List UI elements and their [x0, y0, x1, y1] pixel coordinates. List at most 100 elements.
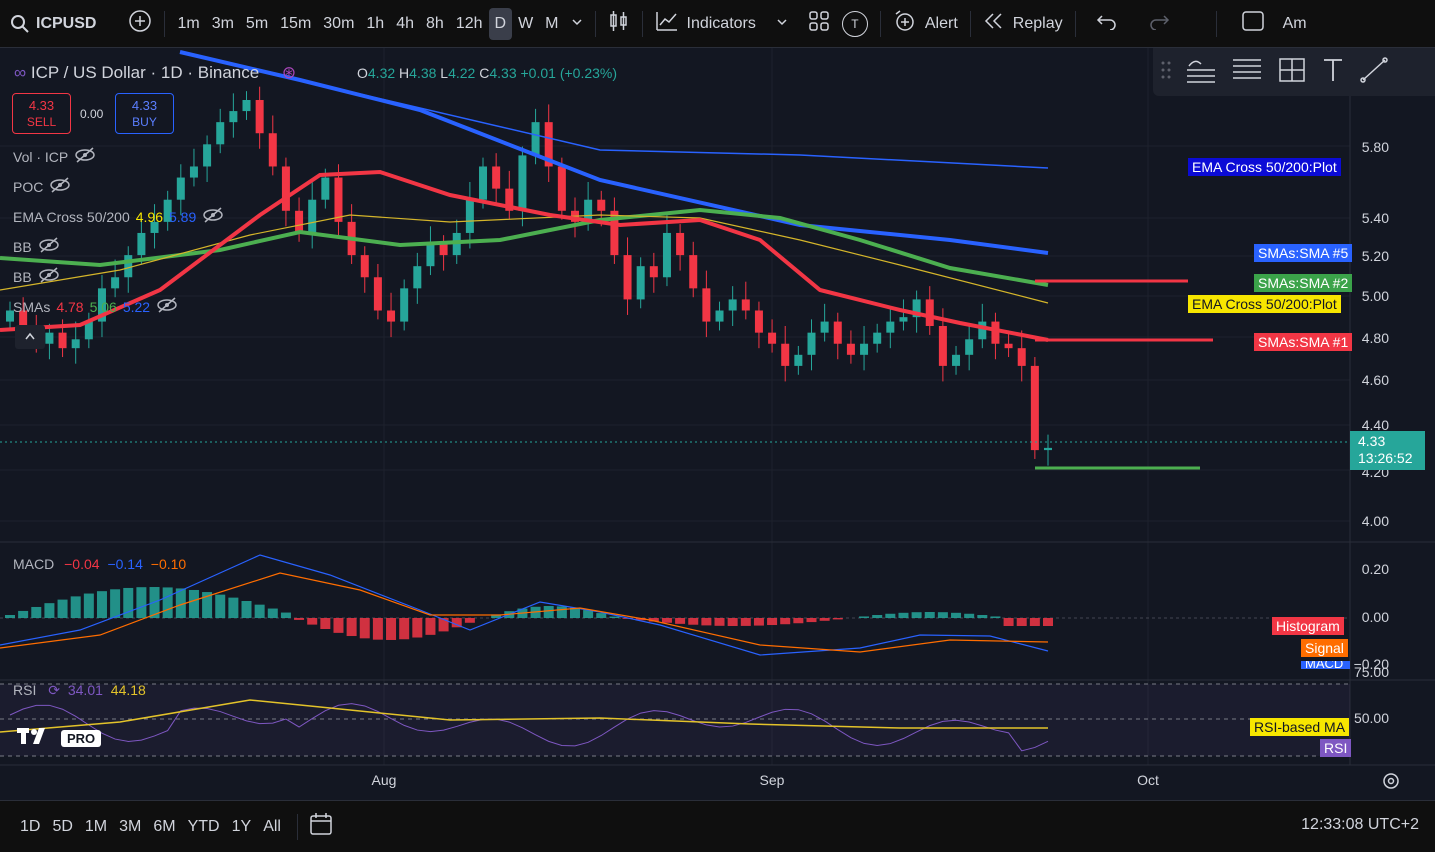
range-1M[interactable]: 1M	[79, 818, 113, 836]
candle-body	[846, 343, 855, 355]
indicator-name: EMA Cross 50/200	[13, 208, 130, 225]
interval-1h[interactable]: 1h	[360, 8, 390, 40]
range-All[interactable]: All	[257, 818, 287, 836]
macd-histogram-bar	[1043, 618, 1053, 626]
replay-button[interactable]: Replay	[977, 8, 1069, 40]
chart-legend-title[interactable]: ∞ ICP / US Dollar · 1D · Binance ⊛	[14, 63, 296, 83]
candle-body	[781, 343, 790, 366]
text-tool-icon[interactable]	[1321, 56, 1345, 89]
price-tick-label: 4.00	[1361, 513, 1389, 529]
indicator-legend-row[interactable]: POC	[13, 177, 71, 196]
interval-4h[interactable]: 4h	[390, 8, 420, 40]
candle-body	[741, 299, 750, 311]
range-3M[interactable]: 3M	[113, 818, 147, 836]
eye-hidden-icon[interactable]	[38, 267, 60, 286]
alert-button[interactable]: Alert	[887, 8, 964, 40]
rsi-tick-label: 50.00	[1353, 710, 1389, 726]
indicator-legend-row[interactable]: BB	[13, 237, 60, 256]
ema-plot-tag-1: EMA Cross 50/200:Plot	[1188, 158, 1341, 176]
divider	[594, 10, 596, 37]
indicator-value: 4.96	[135, 208, 163, 225]
fullscreen-button[interactable]	[1235, 8, 1271, 40]
templates-button[interactable]: T	[836, 8, 874, 40]
indicator-legend-row[interactable]: EMA Cross 50/200 4.96 5.89	[13, 207, 224, 226]
pattern-tool-icon[interactable]	[1277, 56, 1307, 89]
fib-tool-icon[interactable]	[1231, 56, 1263, 89]
top-toolbar: ICPUSD 1m 3m 5m 15m 30m 1h 4h 8h 12h D W M Indicato…	[0, 0, 1435, 48]
indicators-button[interactable]: Indicators	[649, 8, 794, 40]
interval-15m[interactable]: 15m	[274, 8, 317, 40]
candle-body	[45, 332, 54, 344]
share-icon[interactable]: ⊛	[282, 63, 296, 82]
macd-histogram-bar	[964, 613, 975, 618]
candle-body	[860, 343, 869, 355]
range-5D[interactable]: 5D	[46, 818, 78, 836]
undo-button[interactable]	[1090, 8, 1124, 40]
eye-hidden-icon[interactable]	[156, 297, 178, 316]
interval-W[interactable]: W	[512, 8, 539, 40]
chart-type-button[interactable]	[602, 8, 636, 40]
indicator-legend-row[interactable]: BB	[13, 267, 60, 286]
macd-histogram-bar	[675, 618, 686, 624]
layouts-button[interactable]	[802, 8, 836, 40]
eye-hidden-icon[interactable]	[49, 177, 71, 196]
macd-histogram-bar	[990, 616, 1001, 618]
tradingview-logo[interactable]: PRO	[17, 726, 102, 751]
price-tick-label: 4.60	[1361, 372, 1389, 388]
collapse-legend-button[interactable]	[15, 325, 45, 349]
interval-5m[interactable]: 5m	[240, 8, 274, 40]
candle-body	[295, 210, 304, 233]
sell-button[interactable]: 4.33 SELL	[12, 93, 71, 134]
interval-3m[interactable]: 3m	[206, 8, 240, 40]
eye-hidden-icon[interactable]	[74, 147, 96, 166]
range-6M[interactable]: 6M	[147, 818, 181, 836]
undo-icon	[1096, 12, 1118, 35]
interval-1m[interactable]: 1m	[171, 8, 205, 40]
candle-body	[334, 177, 343, 222]
interval-8h[interactable]: 8h	[420, 8, 450, 40]
buy-button[interactable]: 4.33 BUY	[115, 93, 174, 134]
candle-body	[1030, 365, 1039, 451]
interval-dropdown[interactable]	[565, 8, 589, 40]
redo-button[interactable]	[1142, 8, 1176, 40]
interval-M[interactable]: M	[539, 8, 564, 40]
symbol-search[interactable]: ICPUSD	[0, 8, 102, 40]
interval-30m[interactable]: 30m	[317, 8, 360, 40]
indicator-legend-row[interactable]: SMAs 4.78 5.06 5.22	[13, 297, 178, 316]
close-key: C	[479, 65, 490, 81]
eye-hidden-icon[interactable]	[202, 207, 224, 226]
rewind-icon	[983, 12, 1005, 35]
range-1Y[interactable]: 1Y	[226, 818, 258, 836]
interval-12h[interactable]: 12h	[450, 8, 489, 40]
range-1D[interactable]: 1D	[14, 818, 46, 836]
rsi-value: 34.01	[67, 682, 103, 698]
candle-body	[1044, 447, 1052, 451]
range-YTD[interactable]: YTD	[182, 818, 226, 836]
candle-body	[978, 321, 987, 340]
divider	[164, 10, 166, 37]
candle-body	[702, 288, 711, 322]
macd-legend[interactable]: MACD −0.04 −0.14 −0.10	[13, 556, 186, 572]
indicator-legend-row[interactable]: Vol · ICP	[13, 147, 96, 166]
clock-timezone[interactable]: 12:33:08 UTC+2	[1301, 816, 1419, 834]
macd-histogram-bar	[937, 612, 948, 618]
sma1-tag: SMAs:SMA #1	[1254, 333, 1353, 351]
macd-histogram-bar	[885, 613, 896, 618]
goto-date-calendar-icon[interactable]	[308, 811, 334, 842]
rsi-legend[interactable]: RSI ⟳ 34.01 44.18	[13, 682, 146, 699]
eye-hidden-icon[interactable]	[38, 237, 60, 256]
compare-button[interactable]	[122, 8, 158, 40]
brush-tool-icon[interactable]	[1359, 56, 1389, 89]
macd-histogram-bar	[1029, 618, 1040, 626]
interval-D[interactable]: D	[488, 7, 513, 40]
buy-price: 4.33	[131, 98, 158, 113]
symbol-description: ICP / US Dollar · 1D · Binance	[30, 63, 260, 82]
signal-tag: Signal	[1301, 639, 1348, 657]
settings-gear-icon[interactable]	[1382, 772, 1400, 795]
macd-line-value: −0.14	[107, 556, 143, 572]
drag-handle-icon[interactable]	[1161, 60, 1171, 85]
account-menu[interactable]: Am	[1277, 8, 1313, 40]
trend-line-tool-icon[interactable]	[1185, 56, 1217, 89]
macd-histogram-bar	[661, 618, 672, 623]
macd-histogram-bar	[359, 618, 370, 639]
